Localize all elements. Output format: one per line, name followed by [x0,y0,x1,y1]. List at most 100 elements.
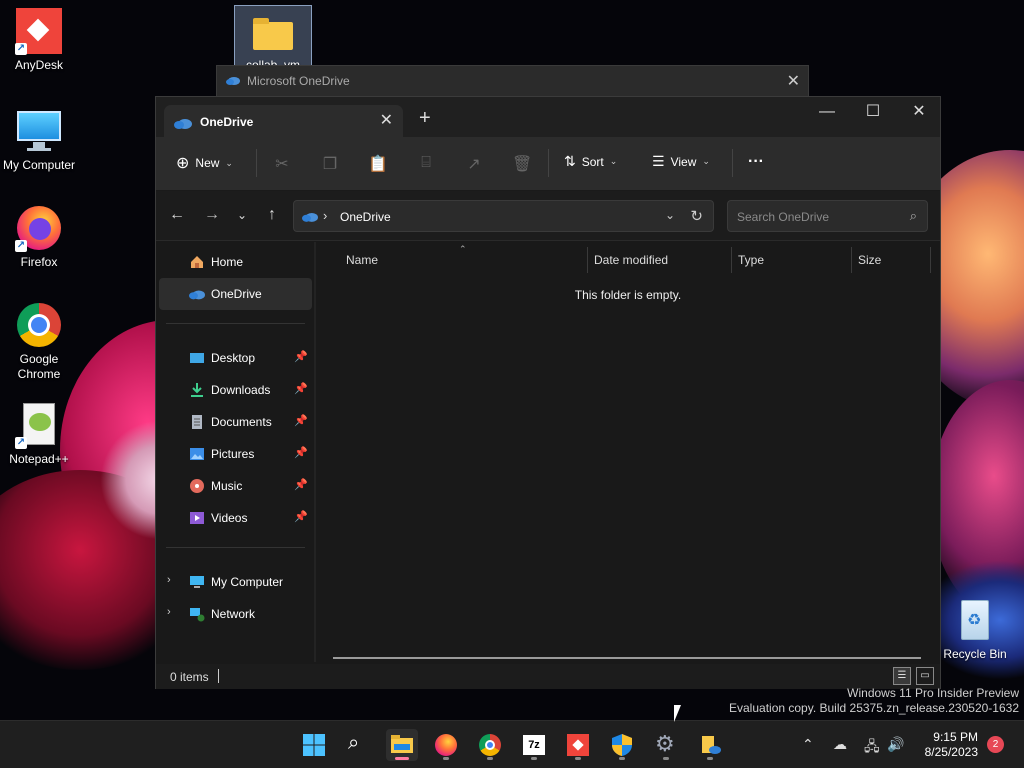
sidebar-item-label: Network [211,607,256,621]
chevron-right-icon: › [323,208,328,223]
sidebar-item-desktop[interactable]: Desktop 📌 [159,342,312,374]
desktop-icon-my-computer[interactable]: My Computer [0,107,78,173]
clock-time: 9:15 PM [933,730,978,744]
copy-icon[interactable]: ❐ [320,154,340,174]
file-explorer-window[interactable]: OneDrive ✕ + — ☐ ✕ ⊕ New ⌄ ✂ ❐ 📋 ⌸ ↗ 🗑 ⇅… [155,96,941,689]
column-header-type[interactable]: Type [738,253,764,267]
tiles-view-button[interactable]: ▭ [916,667,934,685]
firefox-icon: ↗ [15,204,63,252]
title-bar[interactable]: OneDrive ✕ + — ☐ ✕ [156,97,940,137]
pin-icon[interactable]: 📌 [294,446,308,459]
rename-icon[interactable]: ⌸ [416,154,436,174]
onedrive-icon [226,77,240,85]
taskbar-file-explorer[interactable] [386,729,418,761]
forward-icon[interactable]: → [202,206,222,224]
taskbar-anydesk[interactable] [562,729,594,761]
details-view-button[interactable]: ☰ [893,667,911,685]
search-button[interactable]: ⌕ [342,729,374,761]
back-icon[interactable]: ← [167,206,187,224]
taskbar-onedrive-folder[interactable] [694,729,726,761]
tab-close-icon[interactable]: ✕ [380,110,393,130]
tab-onedrive[interactable]: OneDrive ✕ [164,105,403,137]
desktop-icon-notepadpp[interactable]: ↗ Notepad++ [0,401,78,467]
clock[interactable]: 9:15 PM 8/25/2023 [914,730,978,760]
chevron-up-icon[interactable]: ⌃ [802,736,814,753]
view-button[interactable]: ☰ View ⌄ [652,153,710,170]
monitor-icon [190,576,204,588]
taskbar-settings[interactable]: ⚙ [650,729,682,761]
pin-icon[interactable]: 📌 [294,414,308,427]
sidebar-item-videos[interactable]: Videos 📌 [159,502,312,534]
sidebar-item-documents[interactable]: Documents 📌 [159,406,312,438]
file-list[interactable]: Name ⌃ Date modified Type Size This fold… [316,242,940,666]
command-bar: ⊕ New ⌄ ✂ ❐ 📋 ⌸ ↗ 🗑 ⇅ Sort ⌄ ☰ View ⌄ ··… [156,137,940,191]
desktop-icon-firefox[interactable]: ↗ Firefox [0,204,78,270]
chevron-down-icon: ⌄ [702,156,710,166]
sort-button[interactable]: ⇅ Sort ⌄ [564,153,617,170]
pin-icon[interactable]: 📌 [294,478,308,491]
desktop-icon-anydesk[interactable]: ↗ AnyDesk [0,7,78,73]
new-tab-button[interactable]: + [419,107,431,130]
sidebar-item-network[interactable]: › Network [159,598,312,630]
sidebar-item-pictures[interactable]: Pictures 📌 [159,438,312,470]
more-options-button[interactable]: ··· [748,153,764,171]
column-header-name[interactable]: Name [346,253,378,267]
onedrive-window-title: Microsoft OneDrive [247,74,350,88]
firefox-icon [435,734,457,756]
paste-icon[interactable]: 📋 [368,154,388,174]
sidebar-item-music[interactable]: Music 📌 [159,470,312,502]
share-icon[interactable]: ↗ [464,154,484,174]
desktop-icon-label: Recycle Bin [943,647,1007,661]
sidebar-item-my-computer[interactable]: › My Computer [159,566,312,598]
sidebar-item-onedrive[interactable]: OneDrive [159,278,312,310]
address-row: ← → ⌄ ↑ › OneDrive ⌄ ↻ Search OneDrive ⌕ [156,191,940,241]
cut-icon[interactable]: ✂ [272,154,292,174]
sidebar-item-downloads[interactable]: Downloads 📌 [159,374,312,406]
start-button[interactable] [298,729,330,761]
evaluation-watermark: Windows 11 Pro Insider Preview Evaluatio… [729,686,1019,716]
taskbar-chrome[interactable] [474,729,506,761]
onedrive-offline-icon[interactable]: ☁ [833,736,847,753]
folder-icon [391,735,413,753]
notification-badge[interactable]: 2 [987,736,1004,753]
taskbar-security[interactable] [606,729,638,761]
pin-icon[interactable]: 📌 [294,382,308,395]
column-header-size[interactable]: Size [858,253,881,267]
network-icon[interactable]: 🖧 [864,736,880,760]
sidebar-item-home[interactable]: Home [159,246,312,278]
up-icon[interactable]: ↑ [262,206,282,224]
watermark-line: Windows 11 Pro Insider Preview [847,686,1019,700]
desktop-icon-recycle-bin[interactable]: ♻ Recycle Bin [936,596,1014,662]
new-button[interactable]: ⊕ New ⌄ [176,153,233,173]
desktop-icon-chrome[interactable]: Google Chrome [0,301,78,382]
horizontal-scrollbar[interactable] [333,657,921,659]
chevron-down-icon[interactable]: ⌄ [665,208,675,222]
monitor-icon [15,107,63,155]
desktop-icon-collab-vm[interactable]: collab_vm [234,5,312,72]
sort-ascending-icon: ⌃ [459,244,467,254]
new-label: New [195,156,220,170]
chevron-right-icon[interactable]: › [167,574,171,586]
minimize-button[interactable]: — [804,97,850,127]
delete-icon[interactable]: 🗑 [512,154,532,174]
close-button[interactable]: ✕ [896,97,942,127]
breadcrumb[interactable]: OneDrive [340,210,391,224]
close-icon[interactable]: ✕ [787,71,800,91]
taskbar-7zip[interactable]: 7z [518,729,550,761]
pin-icon[interactable]: 📌 [294,350,308,363]
sidebar-item-label: Home [211,255,244,269]
search-input[interactable]: Search OneDrive ⌕ [727,200,928,232]
desktop-icon [190,353,204,363]
volume-icon[interactable]: 🔊 [887,736,904,753]
onedrive-window[interactable]: Microsoft OneDrive ✕ [216,65,809,97]
address-bar[interactable]: › OneDrive ⌄ ↻ [293,200,714,232]
pin-icon[interactable]: 📌 [294,510,308,523]
refresh-icon[interactable]: ↻ [690,207,703,225]
recent-locations-icon[interactable]: ⌄ [232,208,252,222]
column-header-date[interactable]: Date modified [594,253,668,267]
sidebar-item-label: Music [211,479,243,493]
taskbar-firefox[interactable] [430,729,462,761]
sidebar-item-label: OneDrive [211,287,262,301]
chevron-right-icon[interactable]: › [167,606,171,618]
maximize-button[interactable]: ☐ [850,97,896,127]
